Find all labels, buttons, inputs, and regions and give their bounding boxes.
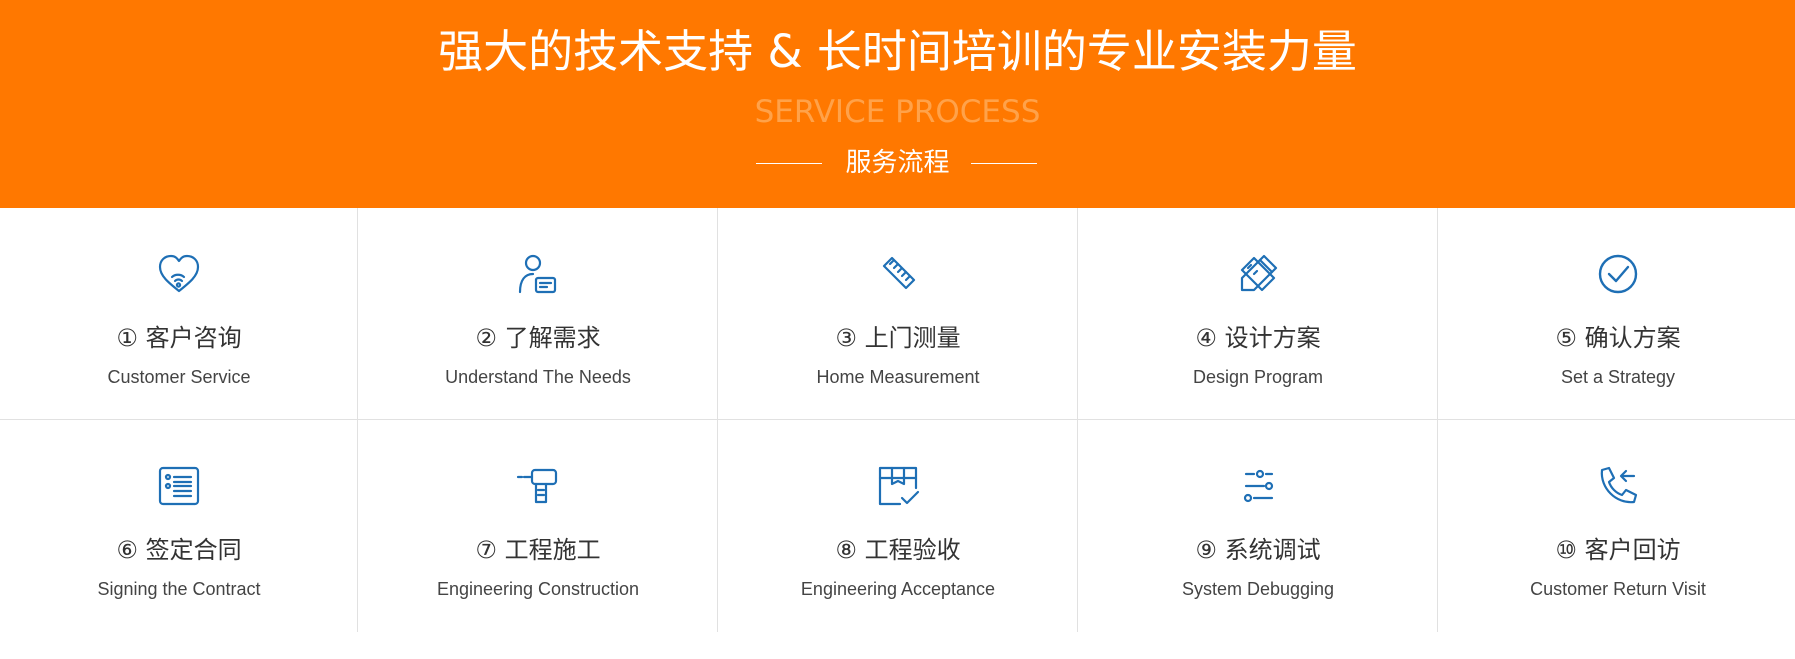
phone-callback-icon (1594, 462, 1642, 510)
process-step[interactable]: ⑤ 确认方案 Set a Strategy (1439, 208, 1795, 420)
step-subtitle: Engineering Construction (436, 579, 640, 599)
process-step[interactable]: ⑧ 工程验收 Engineering Acceptance (719, 420, 1077, 632)
step-title: ① 客户咨询 (116, 324, 242, 352)
step-subtitle: Understand The Needs (445, 367, 631, 387)
design-tools-icon (1234, 250, 1282, 298)
step-subtitle: Customer Service (107, 367, 251, 387)
process-step[interactable]: ④ 设计方案 Design Program (1079, 208, 1437, 420)
check-circle-icon (1594, 250, 1642, 298)
heart-wifi-icon (155, 250, 203, 298)
step-subtitle: System Debugging (1181, 579, 1335, 599)
step-subtitle: Customer Return Visit (1530, 579, 1706, 599)
step-subtitle: Signing the Contract (97, 579, 261, 599)
step-title: ⑤ 确认方案 (1555, 324, 1681, 352)
banner-title: 强大的技术支持 & 长时间培训的专业安装力量 (438, 25, 1357, 78)
drill-icon (514, 462, 562, 510)
banner-divider-right (971, 163, 1037, 164)
ruler-icon (874, 250, 922, 298)
process-step[interactable]: ⑥ 签定合同 Signing the Contract (0, 420, 358, 632)
step-title: ⑧ 工程验收 (835, 536, 961, 564)
grid-divider (1077, 208, 1078, 632)
step-subtitle: Home Measurement (816, 367, 980, 387)
process-step[interactable]: ⑨ 系统调试 System Debugging (1079, 420, 1437, 632)
process-step[interactable]: ② 了解需求 Understand The Needs (359, 208, 717, 420)
banner-subtitle-en: SERVICE PROCESS (754, 94, 1041, 130)
process-step[interactable]: ③ 上门测量 Home Measurement (719, 208, 1077, 420)
step-subtitle: Set a Strategy (1560, 367, 1676, 387)
process-step[interactable]: ⑩ 客户回访 Customer Return Visit (1439, 420, 1795, 632)
process-step[interactable]: ⑦ 工程施工 Engineering Construction (359, 420, 717, 632)
step-title: ② 了解需求 (475, 324, 601, 352)
box-check-icon (874, 462, 922, 510)
step-subtitle: Design Program (1192, 367, 1324, 387)
step-title: ⑥ 签定合同 (116, 536, 242, 564)
sliders-icon (1234, 462, 1282, 510)
service-banner: 强大的技术支持 & 长时间培训的专业安装力量 SERVICE PROCESS 服… (0, 0, 1795, 208)
process-step[interactable]: ① 客户咨询 Customer Service (0, 208, 358, 420)
step-title: ⑨ 系统调试 (1195, 536, 1321, 564)
grid-divider (717, 208, 718, 632)
grid-divider (1437, 208, 1438, 632)
banner-subtitle-cn: 服务流程 (845, 148, 950, 178)
user-card-icon (514, 250, 562, 298)
step-title: ⑦ 工程施工 (475, 536, 601, 564)
step-title: ③ 上门测量 (835, 324, 961, 352)
step-title: ④ 设计方案 (1195, 324, 1321, 352)
contract-document-icon (155, 462, 203, 510)
step-title: ⑩ 客户回访 (1555, 536, 1681, 564)
step-subtitle: Engineering Acceptance (800, 579, 996, 599)
